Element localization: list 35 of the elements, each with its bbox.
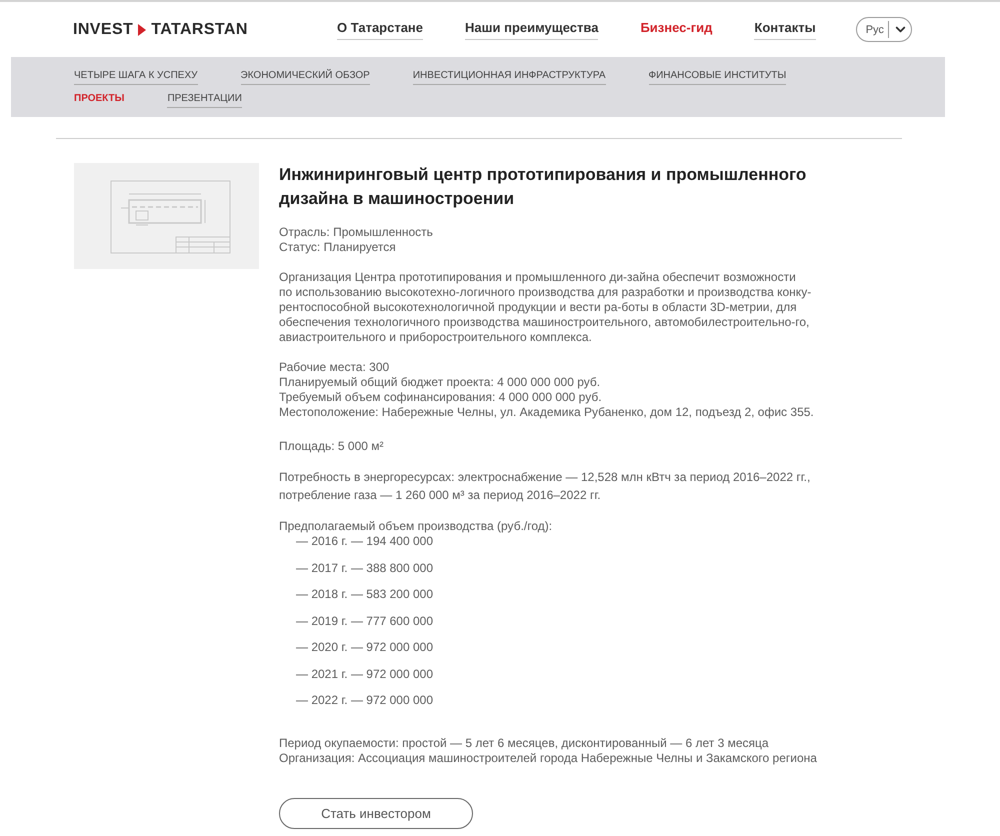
production-item: — 2018 г. — 583 200 000 <box>296 587 434 602</box>
meta-text: Статус: Планируется <box>279 240 397 255</box>
fact-text: Рабочие места: 300 <box>279 360 390 375</box>
production-item: — 2016 г. — 194 400 000 <box>296 534 434 549</box>
language-select[interactable]: Рус <box>856 17 912 42</box>
meta-text: Отрасль: Промышленность <box>279 225 434 240</box>
subnav-link[interactable]: ПРЕЗЕНТАЦИИ <box>167 93 242 108</box>
triangle-icon <box>138 24 146 36</box>
production-item: — 2022 г. — 972 000 000 <box>296 693 434 708</box>
subnav-link[interactable]: ФИНАНСОВЫЕ ИНСТИТУТЫ <box>648 70 786 85</box>
fact-text: Требуемый объем софинансирования: 4 000 000 000 руб. <box>279 390 603 405</box>
nav-link[interactable]: Наши преимущества <box>465 20 598 40</box>
payback-text: Организация: Ассоциация машиностроителей города Набережные Челны и Закамского региона <box>279 751 818 766</box>
logo-text: INVEST <box>73 20 134 38</box>
production-item: — 2017 г. — 388 800 000 <box>296 560 434 576</box>
fact-text: Планируемый общий бюджет проекта: 4 000 000 000 руб. <box>279 375 602 390</box>
subnav-link[interactable]: ЭКОНОМИЧЕСКИЙ ОБЗОР <box>240 70 370 85</box>
energy-paragraph: Потребность в энергоресурсах: электроснабжение — 12,528 млн кВтч за период 2016–2022 гг., потребление газа — 1 260 000 м³ за период 2016–2022 гг. <box>279 469 810 504</box>
subnav-link[interactable]: ЧЕТЫРЕ ШАГА К УСПЕХУ <box>74 70 198 85</box>
production-heading: Предполагаемый объем производства (руб./год): <box>279 519 554 534</box>
production-item: — 2020 г. — 972 000 000 <box>296 640 434 655</box>
invest-button[interactable]: Стать инвестором <box>279 798 473 829</box>
nav-link[interactable]: О Татарстане <box>337 20 424 40</box>
fact-text: Местоположение: Набережные Челны, ул. Академика Рубаненко, дом 12, подъезд 2, офис 355. <box>279 405 815 420</box>
nav-link[interactable]: Бизнес-гид <box>640 20 712 40</box>
area-text: Площадь: 5 000 м² <box>279 439 385 454</box>
project-title: Инжиниринговый центр прототипирования и промышленного дизайна в машиностроении <box>279 164 808 210</box>
description-paragraph: Организация Центра прототипирования и промышленного ди-зайна обеспечит возможности по использованию высокотехно-логичного производства для разработки и производства конку- рентоспособной высокотехнологичной продукции и вести ра-боты в области 3D-метрии, для обеспечения технологичного производства машиностроительного, автомобилестроительно-го, авиастроительного и приборостроительного комплекса. <box>279 270 812 345</box>
nav-link[interactable]: Контакты <box>754 20 816 40</box>
logo-text: TATARSTAN <box>151 20 248 38</box>
subnav-link[interactable]: ИНВЕСТИЦИОННАЯ ИНФРАСТРУКТУРА <box>412 70 606 85</box>
production-item: — 2019 г. — 777 600 000 <box>296 614 434 628</box>
production-item: — 2021 г. — 972 000 000 <box>296 666 434 682</box>
payback-text: Период окупаемости: простой — 5 лет 6 месяцев, дисконтированный — 6 лет 3 месяца <box>279 736 770 751</box>
subnav-link[interactable]: ПРОЕКТЫ <box>74 93 124 108</box>
